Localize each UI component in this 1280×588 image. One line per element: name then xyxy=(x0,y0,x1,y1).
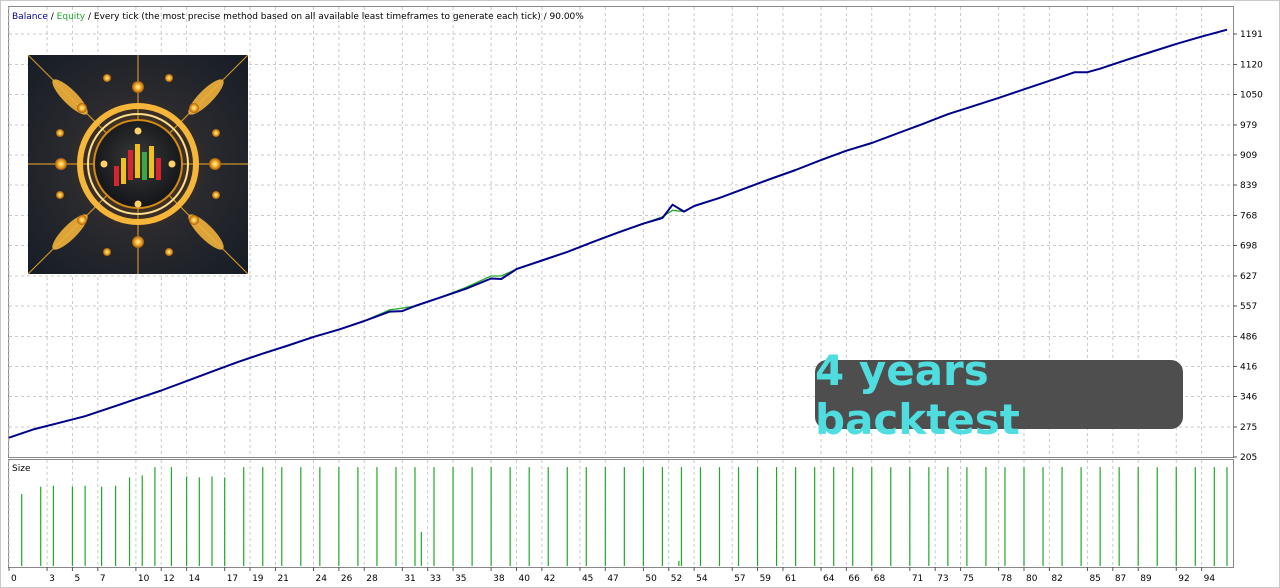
x-tick-label: 71 xyxy=(912,574,923,584)
x-tick-label: 64 xyxy=(823,574,835,584)
x-tick-label: 66 xyxy=(848,574,860,584)
y-tick-label: 1120 xyxy=(1240,60,1263,70)
x-tick-label: 35 xyxy=(455,574,466,584)
x-tick-label: 5 xyxy=(74,574,80,584)
x-tick-label: 68 xyxy=(874,574,886,584)
legend-sep-2: / xyxy=(85,12,94,22)
x-tick-label: 59 xyxy=(760,574,772,584)
x-tick-label: 26 xyxy=(341,574,353,584)
x-tick-label: 21 xyxy=(277,574,288,584)
x-tick-label: 85 xyxy=(1089,574,1100,584)
x-tick-label: 0 xyxy=(11,574,17,584)
x-tick-label: 50 xyxy=(645,574,657,584)
y-tick-label: 486 xyxy=(1240,332,1257,342)
x-tick-label: 45 xyxy=(582,574,593,584)
x-tick-label: 94 xyxy=(1204,574,1216,584)
x-tick-label: 42 xyxy=(544,574,555,584)
x-tick-label: 57 xyxy=(734,574,745,584)
x-tick-label: 3 xyxy=(49,574,55,584)
x-tick-label: 12 xyxy=(163,574,174,584)
x-tick-label: 24 xyxy=(316,574,328,584)
y-tick-label: 1191 xyxy=(1240,30,1263,40)
y-tick-label: 839 xyxy=(1240,181,1257,191)
x-tick-label: 82 xyxy=(1051,574,1062,584)
x-tick-label: 10 xyxy=(138,574,150,584)
legend-balance: Balance xyxy=(12,12,48,22)
badge-text: 4 years backtest xyxy=(815,345,1020,444)
golden-candlestick-emblem-logo xyxy=(27,54,249,275)
x-tick-label: 75 xyxy=(963,574,974,584)
legend-sep-1: / xyxy=(48,12,57,22)
x-tick-label: 54 xyxy=(696,574,708,584)
legend-test-info: Every tick (the most precise method base… xyxy=(94,12,584,22)
x-tick-label: 38 xyxy=(493,574,505,584)
y-tick-label: 909 xyxy=(1240,151,1257,161)
x-tick-label: 28 xyxy=(366,574,378,584)
x-tick-label: 87 xyxy=(1115,574,1126,584)
y-tick-label: 768 xyxy=(1240,211,1257,221)
backtest-badge: 4 years backtest xyxy=(815,346,1183,444)
x-tick-label: 47 xyxy=(607,574,618,584)
x-tick-label: 92 xyxy=(1178,574,1189,584)
legend-equity: Equity xyxy=(57,12,86,22)
x-tick-label: 33 xyxy=(430,574,441,584)
x-tick-label: 31 xyxy=(404,574,415,584)
backtest-chart: Balance / Equity / Every tick (the most … xyxy=(0,0,1280,588)
y-tick-label: 557 xyxy=(1240,302,1257,312)
x-tick-label: 40 xyxy=(519,574,531,584)
size-panel-label: Size xyxy=(12,464,31,474)
x-tick-label: 89 xyxy=(1140,574,1152,584)
x-tick-label: 52 xyxy=(671,574,682,584)
y-tick-label: 346 xyxy=(1240,393,1257,403)
y-tick-label: 979 xyxy=(1240,121,1257,131)
x-tick-label: 7 xyxy=(100,574,106,584)
x-tick-label: 14 xyxy=(189,574,201,584)
x-tick-label: 17 xyxy=(227,574,238,584)
y-tick-label: 1050 xyxy=(1240,90,1263,100)
y-tick-label: 416 xyxy=(1240,362,1257,372)
x-tick-label: 73 xyxy=(937,574,948,584)
chart-legend: Balance / Equity / Every tick (the most … xyxy=(12,12,584,22)
x-tick-label: 19 xyxy=(252,574,264,584)
y-tick-label: 205 xyxy=(1240,453,1257,463)
x-tick-label: 80 xyxy=(1026,574,1038,584)
x-tick-label: 61 xyxy=(785,574,796,584)
y-tick-label: 275 xyxy=(1240,423,1257,433)
y-tick-label: 627 xyxy=(1240,272,1257,282)
y-tick-label: 698 xyxy=(1240,242,1257,252)
x-tick-label: 78 xyxy=(1001,574,1013,584)
